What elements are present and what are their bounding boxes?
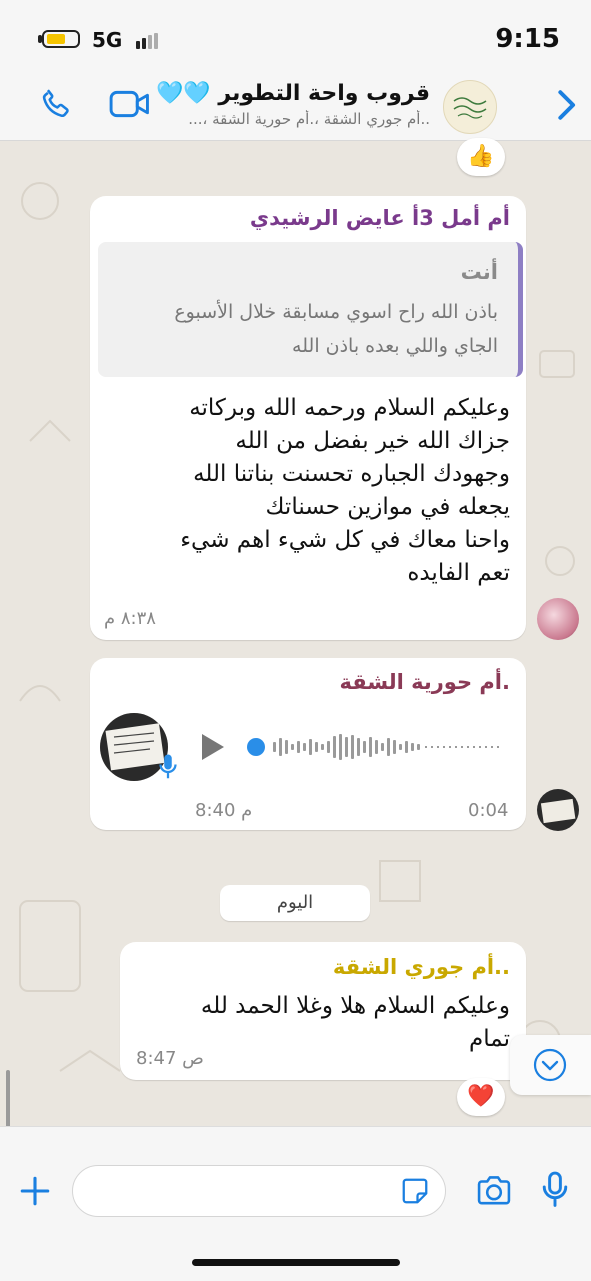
- scroll-to-bottom-button[interactable]: [510, 1035, 591, 1095]
- reaction-badge[interactable]: 👍: [457, 138, 505, 176]
- sticker-icon[interactable]: [400, 1176, 430, 1206]
- battery-icon: [42, 30, 80, 48]
- microphone-icon[interactable]: [540, 1170, 570, 1210]
- plus-icon[interactable]: [18, 1174, 52, 1208]
- voice-waveform[interactable]: [245, 732, 503, 762]
- group-members[interactable]: ..أم جوري الشقة ،.أم حورية الشقة ،...: [160, 110, 430, 128]
- sender-name[interactable]: أم أمل 3أ عايض الرشيدي: [100, 206, 510, 230]
- phone-icon[interactable]: [38, 86, 74, 122]
- message-line: وجهودك الجباره تحسنت بناتنا الله: [193, 461, 510, 487]
- message-line: جزاك الله خير بفضل من الله: [235, 428, 510, 454]
- sender-avatar[interactable]: [537, 789, 579, 831]
- group-title[interactable]: قروب واحة التطوير 🩵🩵: [156, 81, 430, 106]
- message-time: 8:40 م: [195, 800, 253, 821]
- message-line: واحنا معاك في كل شيء اهم شيء: [180, 527, 510, 553]
- microphone-icon: [159, 754, 177, 779]
- sender-name[interactable]: ..أم جوري الشقة: [130, 955, 510, 979]
- video-call-icon[interactable]: [108, 88, 152, 120]
- message-input[interactable]: [72, 1165, 446, 1217]
- day-separator: اليوم: [220, 885, 370, 921]
- camera-icon[interactable]: [475, 1174, 513, 1208]
- scrollbar[interactable]: [6, 1070, 10, 1130]
- message-line: وعليكم السلام هلا وغلا الحمد لله: [200, 993, 510, 1019]
- quote-line: الجاي واللي بعده باذن الله: [292, 335, 498, 357]
- message-text: وعليكم السلام ورحمه الله وبركاته جزاك ال…: [100, 392, 510, 590]
- message-text: وعليكم السلام هلا وغلا الحمد لله تمام: [130, 990, 510, 1056]
- message-line: وعليكم السلام ورحمه الله وبركاته: [189, 395, 510, 421]
- network-label: 5G: [92, 28, 123, 52]
- message-line: يجعله في موازين حسناتك: [265, 494, 510, 520]
- play-icon[interactable]: [198, 732, 226, 762]
- home-indicator: [192, 1259, 400, 1266]
- quote-text: باذن الله راح اسوي مسابقة خلال الأسبوع ا…: [106, 295, 498, 363]
- signal-icon: [136, 33, 160, 49]
- message-time: ٨:٣٨ م: [104, 608, 156, 629]
- quote-line: باذن الله راح اسوي مسابقة خلال الأسبوع: [174, 301, 498, 323]
- quote-author: أنت: [460, 260, 498, 284]
- chevron-down-icon: [533, 1048, 567, 1082]
- clock: 9:15: [495, 24, 560, 54]
- reaction-badge[interactable]: ❤️: [457, 1078, 505, 1116]
- message-time: 8:47 ص: [136, 1048, 204, 1069]
- group-avatar[interactable]: [443, 80, 497, 134]
- sender-name[interactable]: .أم حورية الشقة: [100, 670, 510, 694]
- back-chevron-icon[interactable]: [554, 88, 578, 122]
- message-line: تعم الفايده: [407, 560, 510, 586]
- sender-avatar[interactable]: [537, 598, 579, 640]
- voice-duration: 0:04: [468, 800, 509, 821]
